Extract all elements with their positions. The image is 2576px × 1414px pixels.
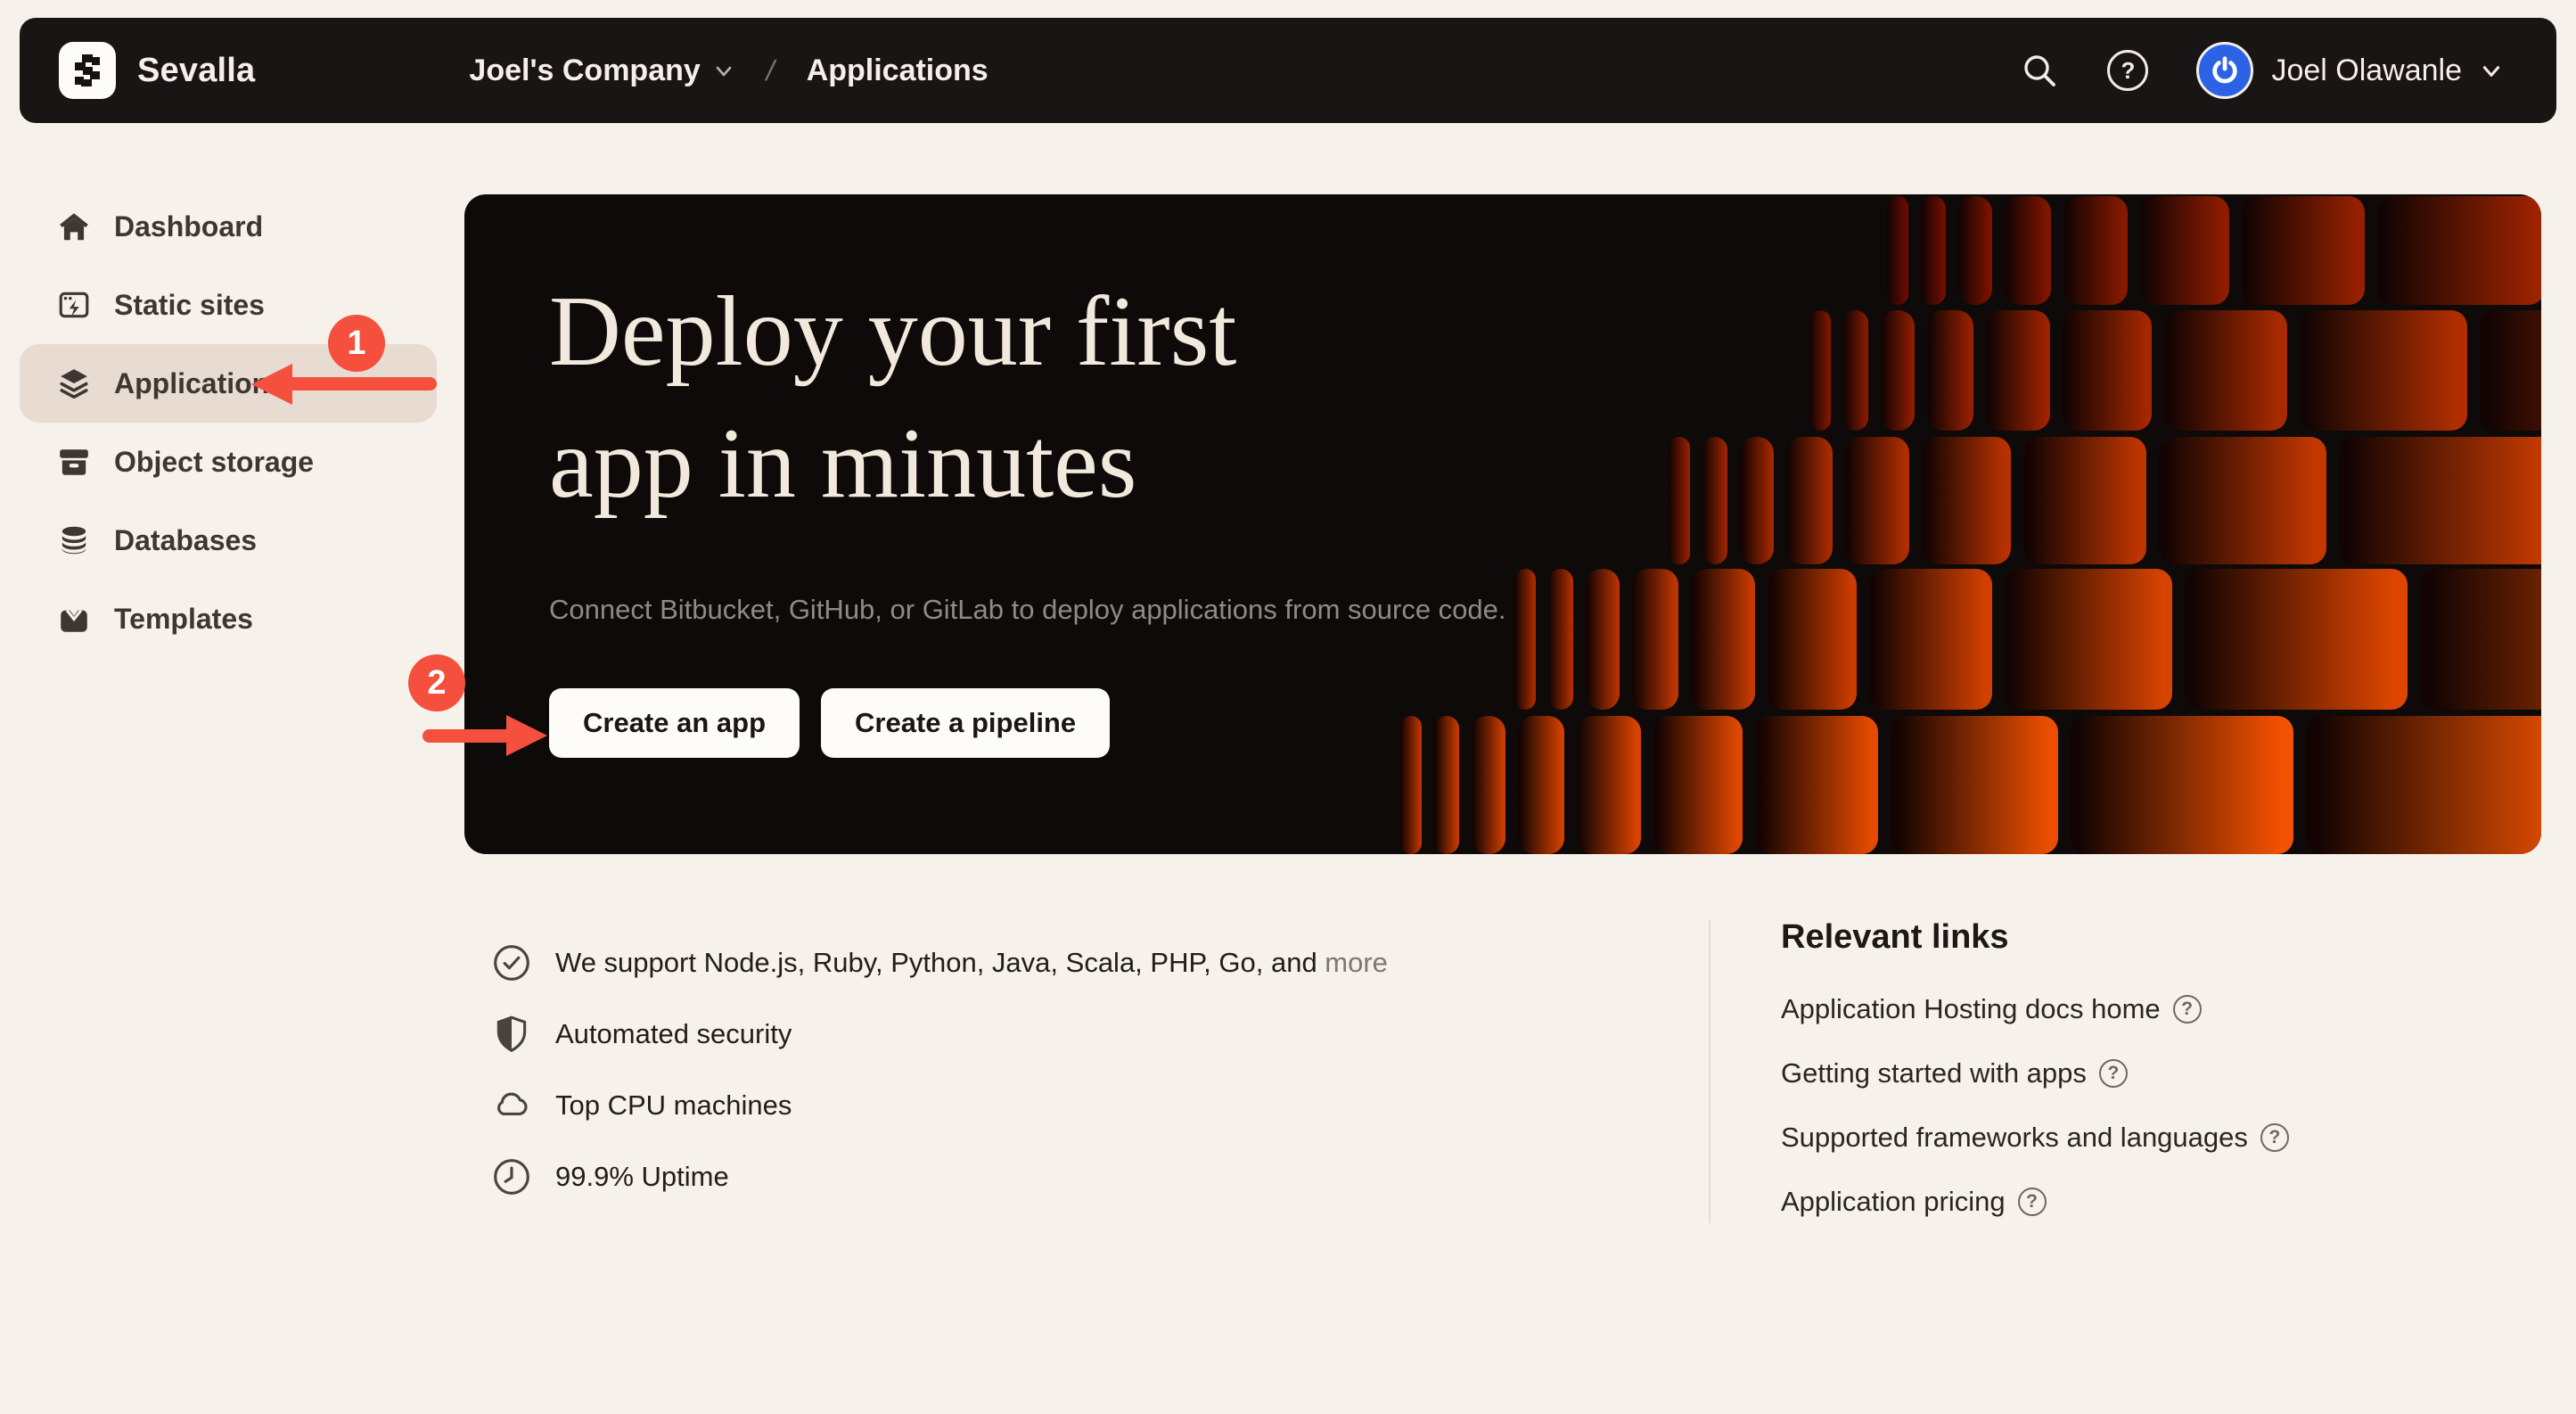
hero-title-line-2: app in minutes xyxy=(549,408,1136,519)
top-navigation-bar: Sevalla Joel's Company / Applications ? … xyxy=(20,18,2556,123)
question-circle-icon: ? xyxy=(2099,1059,2128,1088)
question-circle-icon: ? xyxy=(2018,1188,2047,1216)
object-storage-icon xyxy=(57,445,91,479)
feature-languages: We support Node.js, Ruby, Python, Java, … xyxy=(491,927,1388,999)
question-circle-icon: ? xyxy=(2260,1123,2289,1152)
feature-text: We support Node.js, Ruby, Python, Java, … xyxy=(555,947,1388,979)
feature-cpu: Top CPU machines xyxy=(491,1070,1388,1141)
link-label: Getting started with apps xyxy=(1781,1057,2087,1089)
company-selector[interactable]: Joel's Company xyxy=(469,53,734,88)
shield-icon xyxy=(491,1014,532,1055)
create-pipeline-button[interactable]: Create a pipeline xyxy=(821,688,1110,758)
sidebar-item-dashboard[interactable]: Dashboard xyxy=(20,187,437,266)
sidebar-navigation: Dashboard Static sites Applications xyxy=(20,187,437,658)
company-name: Joel's Company xyxy=(469,53,700,88)
applications-icon xyxy=(57,366,91,400)
hero-banner: Deploy your first app in minutes Connect… xyxy=(464,194,2541,854)
sevalla-logo[interactable] xyxy=(59,42,116,99)
templates-icon xyxy=(57,602,91,636)
user-name: Joel Olawanle xyxy=(2271,53,2462,88)
link-docs-home[interactable]: Application Hosting docs home ? xyxy=(1781,977,2458,1041)
annotation-step-1-arrow xyxy=(287,377,437,390)
hero-content: Deploy your first app in minutes Connect… xyxy=(549,194,1886,758)
topbar-actions: ? Joel Olawanle xyxy=(2020,42,2503,99)
hero-subtitle: Connect Bitbucket, GitHub, or GitLab to … xyxy=(549,594,1886,626)
feature-text: 99.9% Uptime xyxy=(555,1161,729,1193)
link-getting-started[interactable]: Getting started with apps ? xyxy=(1781,1041,2458,1106)
question-circle-icon: ? xyxy=(2173,995,2202,1024)
static-sites-icon xyxy=(57,288,91,322)
power-icon xyxy=(2210,55,2240,86)
annotation-step-2-number: 2 xyxy=(427,664,446,703)
feature-text-prefix: We support Node.js, Ruby, Python, Java, … xyxy=(555,947,1325,978)
user-chevron-down-icon xyxy=(2480,59,2503,82)
sevalla-dashboard-page: { "colors": { "page_bg": "#f7f1eb", "top… xyxy=(0,0,2576,1414)
annotation-step-2-arrowhead xyxy=(506,715,547,756)
link-label: Application Hosting docs home xyxy=(1781,993,2161,1025)
sidebar-item-object-storage[interactable]: Object storage xyxy=(20,423,437,501)
home-icon xyxy=(57,210,91,243)
annotation-step-1-arrowhead xyxy=(251,364,292,405)
help-icon[interactable]: ? xyxy=(2107,50,2148,91)
feature-security: Automated security xyxy=(491,999,1388,1070)
feature-text: Top CPU machines xyxy=(555,1089,792,1122)
link-label: Application pricing xyxy=(1781,1186,2006,1218)
link-frameworks[interactable]: Supported frameworks and languages ? xyxy=(1781,1106,2458,1170)
sidebar-item-label: Databases xyxy=(114,524,257,557)
relevant-links-section: Relevant links Application Hosting docs … xyxy=(1781,918,2458,1234)
sevalla-logo-icon xyxy=(70,53,105,88)
chevron-down-icon xyxy=(713,60,734,81)
user-menu[interactable]: Joel Olawanle xyxy=(2196,42,2503,99)
hero-buttons: Create an app Create a pipeline xyxy=(549,688,1886,758)
brand-name: Sevalla xyxy=(137,52,255,90)
clock-icon xyxy=(491,1156,532,1197)
more-link[interactable]: more xyxy=(1325,947,1388,978)
feature-text: Automated security xyxy=(555,1018,792,1050)
annotation-step-1-number: 1 xyxy=(347,325,365,363)
annotation-step-1-badge: 1 xyxy=(328,315,385,372)
search-icon[interactable] xyxy=(2020,51,2059,90)
sidebar-item-templates[interactable]: Templates xyxy=(20,580,437,658)
breadcrumb-current-page: Applications xyxy=(807,53,989,88)
hero-title-line-1: Deploy your first xyxy=(549,276,1236,387)
cloud-icon xyxy=(491,1085,532,1126)
create-app-button[interactable]: Create an app xyxy=(549,688,800,758)
check-circle-icon xyxy=(491,942,532,983)
breadcrumb-separator: / xyxy=(763,54,778,87)
annotation-step-2-badge: 2 xyxy=(408,654,465,711)
breadcrumb: Joel's Company / Applications xyxy=(469,53,988,88)
feature-list: We support Node.js, Ruby, Python, Java, … xyxy=(491,927,1388,1213)
section-divider xyxy=(1709,920,1710,1223)
annotation-step-2-arrow xyxy=(422,729,512,743)
relevant-links-heading: Relevant links xyxy=(1781,918,2458,958)
link-label: Supported frameworks and languages xyxy=(1781,1122,2248,1154)
sidebar-item-label: Templates xyxy=(114,603,253,636)
sidebar-item-databases[interactable]: Databases xyxy=(20,501,437,580)
databases-icon xyxy=(57,523,91,557)
sidebar-item-label: Static sites xyxy=(114,289,265,322)
link-pricing[interactable]: Application pricing ? xyxy=(1781,1170,2458,1234)
avatar xyxy=(2196,42,2253,99)
sidebar-item-label: Dashboard xyxy=(114,210,263,243)
sidebar-item-label: Object storage xyxy=(114,446,314,479)
hero-title: Deploy your first app in minutes xyxy=(549,266,1886,530)
feature-uptime: 99.9% Uptime xyxy=(491,1141,1388,1213)
